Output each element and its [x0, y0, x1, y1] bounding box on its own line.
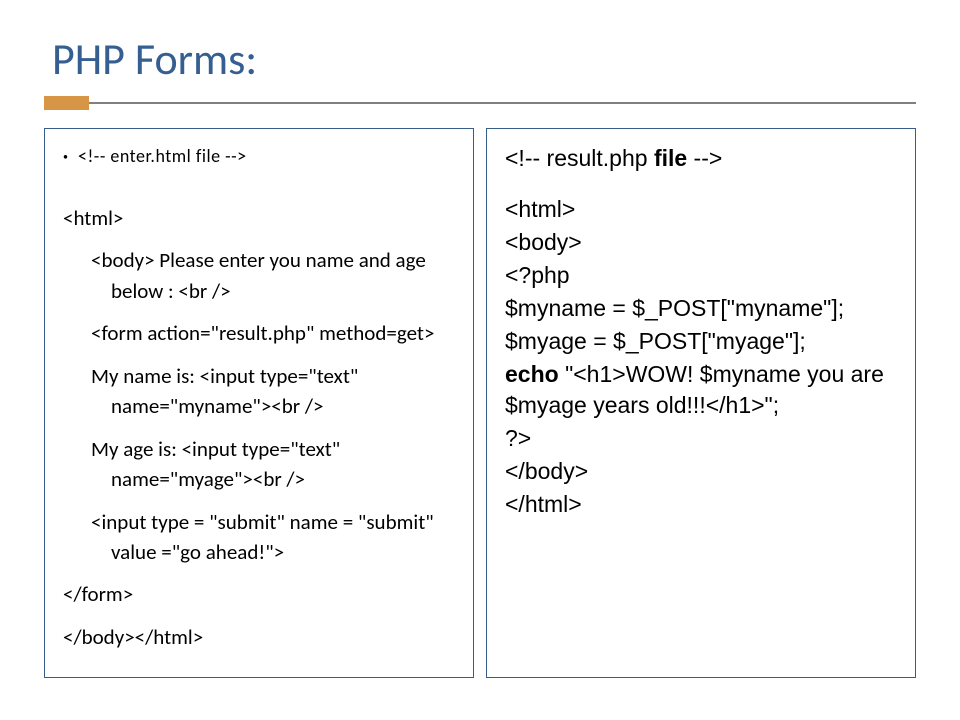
code-line: $myage = $_POST["myage"]; — [505, 326, 897, 357]
slide: PHP Forms: • <!-- enter.html file --> <h… — [0, 0, 960, 720]
title-underline — [44, 96, 916, 110]
code-line: <html> — [63, 203, 455, 233]
slide-title: PHP Forms: — [44, 32, 916, 86]
code-line: <input type = "submit" name = "submit" v… — [83, 507, 455, 568]
code-line: <form action="result.php" method=get> — [83, 318, 455, 348]
right-code-panel: <!-- result.php file --> <html> <body> <… — [486, 128, 916, 678]
code-line: My age is: <input type="text" name="myag… — [83, 434, 455, 495]
left-code-panel: • <!-- enter.html file --> <html> <body>… — [44, 128, 474, 678]
code-line: <body> — [505, 227, 897, 258]
bullet-icon: • — [63, 143, 68, 171]
content-columns: • <!-- enter.html file --> <html> <body>… — [44, 128, 916, 678]
code-line: My name is: <input type="text" name="myn… — [83, 361, 455, 422]
code-line: echo "<h1>WOW! $myname you are $myage ye… — [505, 359, 897, 421]
bullet-line: • <!-- enter.html file --> — [63, 143, 455, 171]
code-line: $myname = $_POST["myname"]; — [505, 293, 897, 324]
code-line: ?> — [505, 423, 897, 454]
horizontal-rule — [89, 102, 916, 104]
code-line: <body> Please enter you name and age bel… — [83, 245, 455, 306]
code-line: <html> — [505, 194, 897, 225]
code-line: <?php — [505, 260, 897, 291]
accent-block — [44, 96, 89, 110]
code-line: </html> — [505, 489, 897, 520]
code-line: </form> — [63, 579, 455, 609]
code-line: </body> — [505, 456, 897, 487]
code-line: <!-- enter.html file --> — [78, 143, 247, 169]
code-line: </body></html> — [63, 622, 455, 652]
code-line: <!-- result.php file --> — [505, 143, 897, 174]
